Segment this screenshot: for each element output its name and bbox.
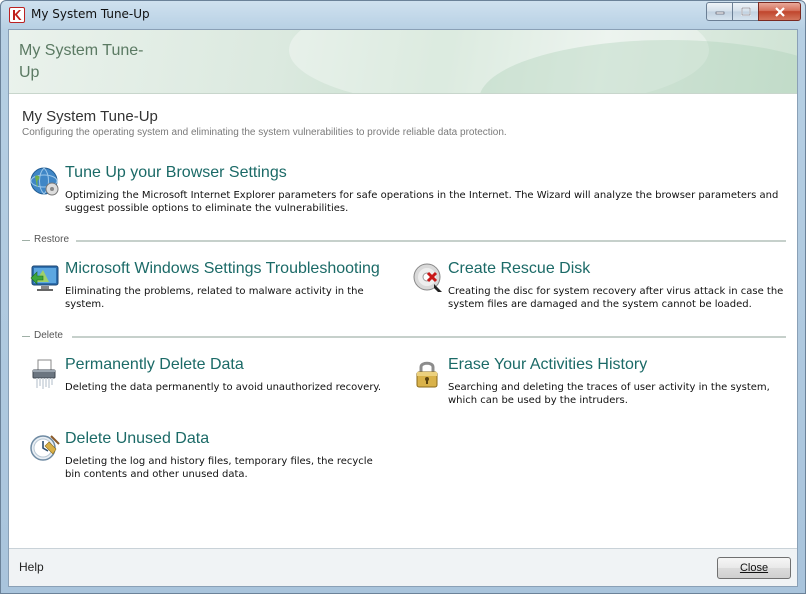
section-label-restore: Restore (34, 234, 70, 245)
minimize-icon (715, 11, 724, 14)
delete-unused-item: Delete Unused Data Deleting the log and … (29, 430, 399, 486)
section-separator-restore: Restore (22, 234, 786, 246)
padlock-icon (412, 358, 444, 390)
close-window-button[interactable] (758, 2, 801, 21)
close-button-label: Close (739, 562, 769, 574)
rescue-disk-description: Creating the disc for system recovery af… (448, 286, 784, 310)
windows-troubleshooting-icon (29, 262, 61, 294)
page-title: My System Tune-Up (22, 108, 158, 125)
rescue-disk-icon (412, 262, 444, 294)
client-area: My System Tune-Up My System Tune-Up Conf… (8, 29, 798, 587)
header-banner: My System Tune-Up (9, 30, 797, 94)
title-bar[interactable]: My System Tune-Up (1, 1, 805, 29)
app-window: My System Tune-Up My System Tune-Up My S… (0, 0, 806, 594)
shredder-icon (29, 358, 61, 390)
rescue-disk-item: Create Rescue Disk Creating the disc for… (412, 260, 792, 316)
close-button[interactable]: Close (717, 557, 791, 579)
banner-title: My System Tune-Up (19, 42, 144, 81)
window-title: My System Tune-Up (31, 7, 150, 21)
clock-broom-icon (29, 432, 61, 464)
section-separator-delete: Delete (22, 330, 786, 342)
maximize-button[interactable] (732, 2, 758, 21)
section-label-delete: Delete (34, 330, 63, 341)
delete-unused-link[interactable]: Delete Unused Data (65, 430, 209, 448)
windows-troubleshooting-link[interactable]: Microsoft Windows Settings Troubleshooti… (65, 260, 380, 278)
delete-data-description: Deleting the data permanently to avoid u… (65, 382, 382, 393)
page-subtitle: Configuring the operating system and eli… (22, 127, 507, 138)
footer-bar: Help Close (9, 548, 797, 586)
windows-troubleshooting-description: Eliminating the problems, related to mal… (65, 286, 364, 310)
browser-tuneup-description: Optimizing the Microsoft Internet Explor… (65, 190, 779, 214)
help-link[interactable]: Help (19, 560, 44, 574)
delete-data-link[interactable]: Permanently Delete Data (65, 356, 244, 374)
browser-tuneup-icon (29, 166, 61, 198)
browser-tuneup-item: Tune Up your Browser Settings Optimizing… (29, 164, 779, 220)
erase-history-item: Erase Your Activities History Searching … (412, 356, 792, 412)
delete-data-item: Permanently Delete Data Deleting the dat… (29, 356, 399, 400)
minimize-button[interactable] (706, 2, 732, 21)
windows-troubleshooting-item: Microsoft Windows Settings Troubleshooti… (29, 260, 389, 316)
browser-tuneup-link[interactable]: Tune Up your Browser Settings (65, 164, 287, 182)
erase-history-link[interactable]: Erase Your Activities History (448, 356, 647, 374)
rescue-disk-link[interactable]: Create Rescue Disk (448, 260, 590, 278)
erase-history-description: Searching and deleting the traces of use… (448, 382, 770, 406)
close-icon (774, 6, 785, 17)
window-controls (706, 2, 801, 21)
delete-unused-description: Deleting the log and history files, temp… (65, 456, 373, 480)
app-logo-icon (9, 7, 25, 23)
maximize-icon (740, 7, 751, 16)
